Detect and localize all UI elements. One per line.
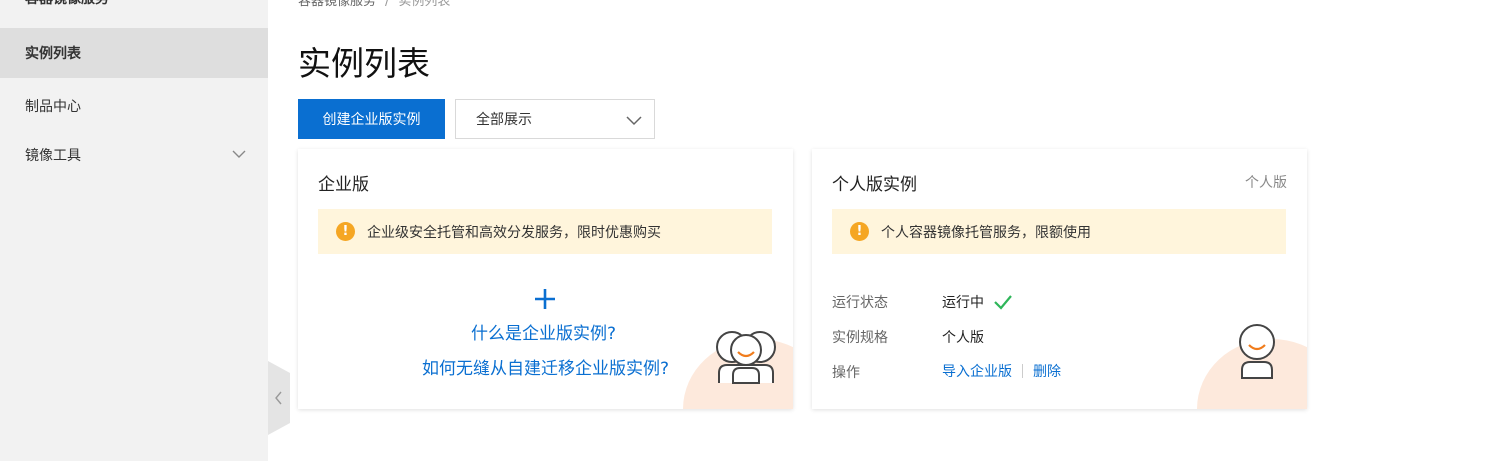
- sidebar-item-image-tools[interactable]: 镜像工具: [0, 130, 268, 180]
- divider: [1022, 364, 1023, 378]
- sidebar-item-label: 镜像工具: [25, 148, 81, 164]
- spec-label: 实例规格: [832, 330, 888, 346]
- product-title: 容器镜像服务: [25, 0, 109, 8]
- sidebar-item-artifact-center[interactable]: 制品中心: [0, 81, 268, 131]
- notice-banner: ! 个人容器镜像托管服务，限额使用: [832, 209, 1286, 254]
- breadcrumb: 容器镜像服务 / 实例列表: [298, 0, 450, 9]
- sidebar: 容器镜像服务 实例列表 制品中心 镜像工具: [0, 0, 268, 461]
- display-filter-select[interactable]: 全部展示: [455, 99, 655, 139]
- status-label: 运行状态: [832, 295, 888, 311]
- notice-text: 企业级安全托管和高效分发服务，限时优惠购买: [367, 224, 661, 241]
- card-title: 企业版: [318, 175, 369, 195]
- collapse-left-icon[interactable]: [268, 361, 290, 435]
- operations-label: 操作: [832, 365, 860, 381]
- card-title: 个人版实例: [832, 175, 917, 195]
- team-avatar-icon: [716, 331, 776, 384]
- personal-card: 个人版实例 个人版 ! 个人容器镜像托管服务，限额使用 运行状态 运行中 实例规…: [812, 149, 1307, 409]
- chevron-down-icon: [232, 150, 246, 158]
- user-avatar-icon: [1239, 324, 1275, 379]
- create-enterprise-instance-button[interactable]: 创建企业版实例: [298, 99, 445, 139]
- warning-icon: !: [850, 222, 869, 241]
- sidebar-item-instance-list[interactable]: 实例列表: [0, 28, 268, 78]
- breadcrumb-root[interactable]: 容器镜像服务: [298, 0, 376, 9]
- display-filter-value: 全部展示: [476, 112, 532, 128]
- enterprise-card: 企业版 ! 企业级安全托管和高效分发服务，限时优惠购买 什么是企业版实例? 如何…: [298, 149, 793, 409]
- edition-tag: 个人版: [1245, 175, 1287, 191]
- status-value: 运行中: [942, 292, 1013, 312]
- sidebar-item-label: 实例列表: [25, 46, 81, 62]
- notice-banner: ! 企业级安全托管和高效分发服务，限时优惠购买: [318, 209, 772, 254]
- plus-icon[interactable]: [534, 288, 556, 310]
- status-text: 运行中: [942, 295, 984, 311]
- delete-link[interactable]: 删除: [1033, 361, 1061, 381]
- import-enterprise-link[interactable]: 导入企业版: [942, 361, 1012, 381]
- sidebar-item-label: 制品中心: [25, 99, 81, 115]
- spec-value: 个人版: [942, 330, 984, 346]
- warning-icon: !: [336, 222, 355, 241]
- operations: 导入企业版 删除: [942, 361, 1061, 381]
- breadcrumb-current: 实例列表: [398, 0, 451, 9]
- page-title: 实例列表: [298, 44, 430, 83]
- breadcrumb-separator: /: [385, 0, 390, 9]
- chevron-down-icon: [626, 116, 642, 126]
- notice-text: 个人容器镜像托管服务，限额使用: [881, 224, 1091, 241]
- check-icon: [994, 295, 1012, 310]
